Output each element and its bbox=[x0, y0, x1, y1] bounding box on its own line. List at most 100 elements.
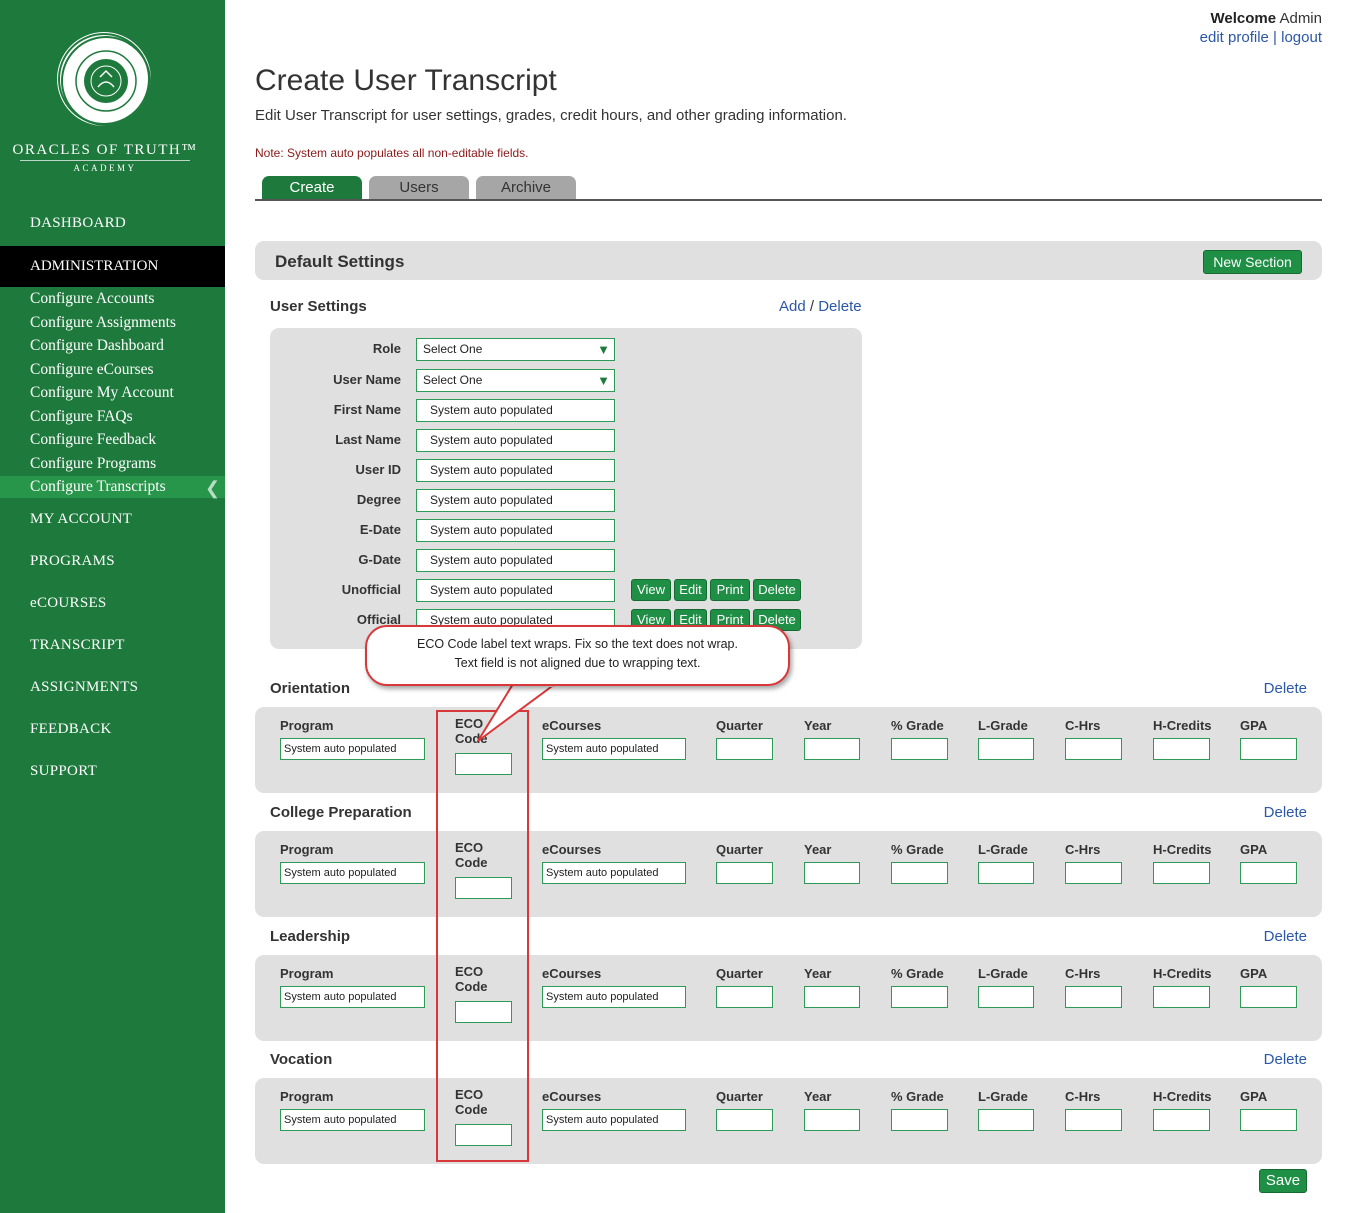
leadership-quarter-label: Quarter bbox=[716, 966, 763, 981]
sidebar-item-configure-transcripts[interactable]: Configure Transcripts bbox=[30, 478, 166, 496]
nav-feedback[interactable]: FEEDBACK bbox=[30, 721, 112, 738]
nav-ecourses[interactable]: eCOURSES bbox=[30, 595, 107, 612]
sidebar-item-configure-feedback[interactable]: Configure Feedback bbox=[30, 431, 156, 449]
college-preparation-chrs-field[interactable] bbox=[1065, 862, 1122, 884]
orientation-hcredits-field[interactable] bbox=[1153, 738, 1210, 760]
user-settings-panel: Role Select One ▼ User Name Select One ▼… bbox=[270, 328, 862, 649]
sidebar-item-configure-dashboard[interactable]: Configure Dashboard bbox=[30, 337, 164, 355]
leadership-quarter-field[interactable] bbox=[716, 986, 773, 1008]
vocation-grade-label: % Grade bbox=[891, 1089, 944, 1104]
username-select[interactable]: Select One ▼ bbox=[416, 369, 615, 392]
vocation-section-title: Vocation bbox=[270, 1051, 333, 1068]
welcome-text: Welcome bbox=[1210, 10, 1277, 27]
leadership-hcredits-field[interactable] bbox=[1153, 986, 1210, 1008]
college-preparation-hcredits-label: H-Credits bbox=[1153, 842, 1212, 857]
sidebar-item-configure-programs[interactable]: Configure Programs bbox=[30, 455, 156, 473]
tab-create[interactable]: Create bbox=[262, 176, 362, 199]
role-select[interactable]: Select One ▼ bbox=[416, 338, 615, 361]
orientation-ecourses-field[interactable]: System auto populated bbox=[542, 738, 686, 760]
unofficial-label: Unofficial bbox=[341, 582, 401, 597]
orientation-gpa-field[interactable] bbox=[1240, 738, 1297, 760]
tab-users[interactable]: Users bbox=[369, 176, 469, 199]
vocation-year-field[interactable] bbox=[804, 1109, 860, 1131]
nav-my-account[interactable]: MY ACCOUNT bbox=[30, 511, 132, 528]
role-select-value: Select One bbox=[423, 342, 483, 356]
sidebar-item-configure-my-account[interactable]: Configure My Account bbox=[30, 384, 174, 402]
leadership-chrs-field[interactable] bbox=[1065, 986, 1122, 1008]
edit-profile-link[interactable]: edit profile bbox=[1200, 29, 1269, 46]
g-date-field[interactable]: System auto populated bbox=[416, 549, 615, 572]
orientation-gpa-label: GPA bbox=[1240, 718, 1268, 733]
delete-link[interactable]: Delete bbox=[818, 298, 861, 315]
tab-archive[interactable]: Archive bbox=[476, 176, 576, 199]
nav-assignments[interactable]: ASSIGNMENTS bbox=[30, 679, 138, 696]
orientation-grade-field[interactable] bbox=[891, 738, 948, 760]
nav-dashboard[interactable]: DASHBOARD bbox=[30, 215, 126, 232]
save-button[interactable]: Save bbox=[1259, 1169, 1307, 1193]
orientation-chrs-field[interactable] bbox=[1065, 738, 1122, 760]
vocation-quarter-field[interactable] bbox=[716, 1109, 773, 1131]
sidebar-item-configure-ecourses[interactable]: Configure eCourses bbox=[30, 361, 154, 379]
degree-field[interactable]: System auto populated bbox=[416, 489, 615, 512]
orientation-lgrade-field[interactable] bbox=[978, 738, 1034, 760]
orientation-quarter-field[interactable] bbox=[716, 738, 773, 760]
orientation-year-field[interactable] bbox=[804, 738, 860, 760]
unofficial-print-button[interactable]: Print bbox=[710, 579, 750, 601]
orientation-program-field[interactable]: System auto populated bbox=[280, 738, 425, 760]
leadership-delete-link[interactable]: Delete bbox=[1264, 928, 1307, 945]
orientation-quarter-label: Quarter bbox=[716, 718, 763, 733]
tab-underline bbox=[255, 199, 1322, 201]
sidebar-item-configure-faqs[interactable]: Configure FAQs bbox=[30, 408, 133, 426]
sidebar-item-configure-accounts[interactable]: Configure Accounts bbox=[30, 290, 154, 308]
logout-link[interactable]: logout bbox=[1281, 29, 1322, 46]
vocation-chrs-field[interactable] bbox=[1065, 1109, 1122, 1131]
college-preparation-quarter-field[interactable] bbox=[716, 862, 773, 884]
vocation-hcredits-field[interactable] bbox=[1153, 1109, 1210, 1131]
vocation-lgrade-field[interactable] bbox=[978, 1109, 1034, 1131]
new-section-button[interactable]: New Section bbox=[1203, 250, 1302, 274]
college-preparation-hcredits-field[interactable] bbox=[1153, 862, 1210, 884]
orientation-delete-link[interactable]: Delete bbox=[1264, 680, 1307, 697]
vocation-grade-field[interactable] bbox=[891, 1109, 948, 1131]
sidebar-item-configure-assignments[interactable]: Configure Assignments bbox=[30, 314, 176, 332]
e-date-field[interactable]: System auto populated bbox=[416, 519, 615, 542]
vocation-program-field[interactable]: System auto populated bbox=[280, 1109, 425, 1131]
leadership-ecourses-field[interactable]: System auto populated bbox=[542, 986, 686, 1008]
leadership-grade-field[interactable] bbox=[891, 986, 948, 1008]
add-link[interactable]: Add bbox=[779, 298, 806, 315]
user-id-field[interactable]: System auto populated bbox=[416, 459, 615, 482]
role-label: Role bbox=[372, 341, 401, 356]
college-preparation-delete-link[interactable]: Delete bbox=[1264, 804, 1307, 821]
college-preparation-gpa-label: GPA bbox=[1240, 842, 1268, 857]
college-preparation-ecourses-field[interactable]: System auto populated bbox=[542, 862, 686, 884]
welcome-box: Welcome Admin edit profile | logout bbox=[1200, 10, 1322, 46]
leadership-gpa-field[interactable] bbox=[1240, 986, 1297, 1008]
unofficial-view-button[interactable]: View bbox=[631, 579, 671, 601]
unofficial-delete-button[interactable]: Delete bbox=[753, 579, 801, 601]
college-preparation-gpa-field[interactable] bbox=[1240, 862, 1297, 884]
leadership-program-field[interactable]: System auto populated bbox=[280, 986, 425, 1008]
first-name-field[interactable]: System auto populated bbox=[416, 399, 615, 422]
college-preparation-lgrade-field[interactable] bbox=[978, 862, 1034, 884]
nav-programs[interactable]: PROGRAMS bbox=[30, 553, 115, 570]
dropdown-arrow-icon: ▼ bbox=[597, 373, 610, 388]
nav-transcript[interactable]: TRANSCRIPT bbox=[30, 637, 125, 654]
vocation-gpa-field[interactable] bbox=[1240, 1109, 1297, 1131]
page-note: Note: System auto populates all non-edit… bbox=[255, 146, 529, 160]
nav-support[interactable]: SUPPORT bbox=[30, 763, 97, 780]
college-preparation-grade-field[interactable] bbox=[891, 862, 948, 884]
leadership-grade-label: % Grade bbox=[891, 966, 944, 981]
last-name-label: Last Name bbox=[335, 432, 401, 447]
last-name-field[interactable]: System auto populated bbox=[416, 429, 615, 452]
leadership-lgrade-field[interactable] bbox=[978, 986, 1034, 1008]
nav-administration[interactable]: ADMINISTRATION bbox=[0, 246, 225, 287]
college-preparation-year-field[interactable] bbox=[804, 862, 860, 884]
college-preparation-program-field[interactable]: System auto populated bbox=[280, 862, 425, 884]
unofficial-field[interactable]: System auto populated bbox=[416, 579, 615, 602]
vocation-delete-link[interactable]: Delete bbox=[1264, 1051, 1307, 1068]
leadership-year-field[interactable] bbox=[804, 986, 860, 1008]
unofficial-edit-button[interactable]: Edit bbox=[674, 579, 707, 601]
e-date-label: E-Date bbox=[359, 522, 401, 537]
vocation-ecourses-field[interactable]: System auto populated bbox=[542, 1109, 686, 1131]
college-preparation-chrs-label: C-Hrs bbox=[1065, 842, 1101, 857]
